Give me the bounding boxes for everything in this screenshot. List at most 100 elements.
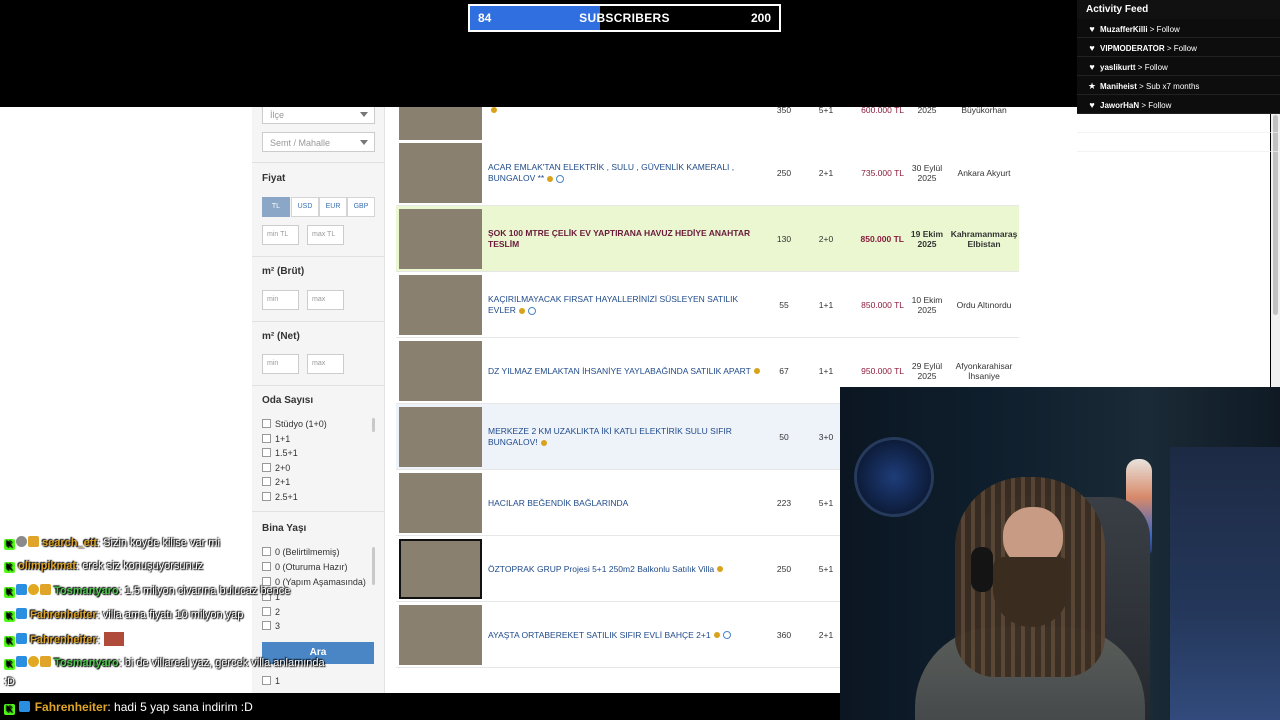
net-area-title: m² (Net) xyxy=(262,331,300,342)
rooms-scrollbar[interactable] xyxy=(372,418,375,432)
room-checkbox[interactable]: 2+1 xyxy=(262,476,290,488)
listing-title[interactable]: HACILAR BEĞENDİK BAĞLARINDA xyxy=(488,470,763,536)
currency-tl[interactable]: TL xyxy=(262,197,290,217)
listing-location: Büyükorhan xyxy=(961,107,1007,115)
chat-text: :D xyxy=(4,676,15,688)
kick-badge-icon: K xyxy=(4,704,15,715)
listing-row[interactable]: AYAŞTA ORTABEREKET SATILIK SIFIR EVLİ BA… xyxy=(396,602,840,668)
age-checkbox[interactable]: 2 xyxy=(262,606,280,618)
listing-rooms: 1+1 xyxy=(818,300,834,310)
listing-thumbnail[interactable] xyxy=(399,107,482,140)
listing-thumbnail[interactable] xyxy=(399,209,482,269)
listing-title-text[interactable]: ŞOK 100 MTRE ÇELİK EV YAPTIRANA HAVUZ HE… xyxy=(488,228,750,249)
listing-date: 10 Ekim 2025 xyxy=(911,295,943,315)
listing-area: 67 xyxy=(779,366,789,376)
chat-text: : Sizin koyde kilise var mi xyxy=(97,537,220,549)
currency-eur[interactable]: EUR xyxy=(319,197,347,217)
listing-title-text[interactable]: KAÇIRILMAYACAK FIRSAT HAYALLERİNİZİ SÜSL… xyxy=(488,294,738,315)
listing-location: Ordu Altınordu xyxy=(956,300,1012,310)
listing-row[interactable]: HACILAR BEĞENDİK BAĞLARINDA 223 5+1 xyxy=(396,470,840,536)
checkbox-box[interactable] xyxy=(262,607,271,616)
listing-thumbnail[interactable] xyxy=(399,605,482,665)
listing-thumbnail[interactable] xyxy=(399,275,482,335)
pin-icon xyxy=(518,307,525,314)
listing-title[interactable]: KAÇIRILMAYACAK FIRSAT HAYALLERİNİZİ SÜSL… xyxy=(488,272,763,338)
kick-badge-icon: K xyxy=(4,636,15,647)
verified-badge-icon xyxy=(19,701,31,712)
listing-title[interactable]: DZ YILMAZ EMLAKTAN İHSANİYE YAYLABAĞINDA… xyxy=(488,338,763,404)
activity-feed-item: ♥ JaworHaN > Follow xyxy=(1077,95,1280,114)
room-checkbox[interactable]: 2+0 xyxy=(262,462,290,474)
listing-thumbnail[interactable] xyxy=(399,143,482,203)
gross-area-max-input[interactable]: max xyxy=(307,290,344,310)
checkbox-box[interactable] xyxy=(262,621,271,630)
activity-feed-title: Activity Feed xyxy=(1077,0,1280,19)
listing-title[interactable]: AYAŞTA ORTABEREKET SATILIK SIFIR EVLİ BA… xyxy=(488,602,763,668)
gross-area-min-input[interactable]: min xyxy=(262,290,299,310)
listing-row[interactable]: ÖZTOPRAK GRUP Projesi 5+1 250m2 Balkonlu… xyxy=(396,536,840,602)
listing-row[interactable]: ŞOK 100 MTRE ÇELİK EV YAPTIRANA HAVUZ HE… xyxy=(396,206,1019,272)
listing-rooms: 5+1 xyxy=(818,564,834,574)
coin-badge-icon xyxy=(28,584,39,595)
checkbox-box[interactable] xyxy=(262,547,271,556)
price-title: Fiyat xyxy=(262,173,286,184)
checkbox-box[interactable] xyxy=(262,463,271,472)
listing-title[interactable]: ŞOK 100 MTRE ÇELİK EV YAPTIRANA HAVUZ HE… xyxy=(488,206,763,272)
listing-title[interactable]: ACAR EMLAK'TAN ELEKTRİK , SULU , GÜVENLİ… xyxy=(488,140,763,206)
chat-message: K Fahrenheiter: hadi 5 yap sana indirim … xyxy=(4,700,253,715)
min-price-input[interactable]: min TL xyxy=(262,225,299,245)
streamer xyxy=(915,477,1145,720)
listing-title[interactable]: MERKEZE 2 KM UZAKLIKTA İKİ KATLI ELEKTİR… xyxy=(488,404,763,470)
listing-title[interactable]: ÖZTOPRAK GRUP Projesi 5+1 250m2 Balkonlu… xyxy=(488,536,763,602)
listing-thumbnail[interactable] xyxy=(399,539,482,599)
age-scrollbar[interactable] xyxy=(372,547,375,585)
currency-gbp[interactable]: GBP xyxy=(347,197,375,217)
listing-title-text[interactable]: AYAŞTA ORTABEREKET SATILIK SIFIR EVLİ BA… xyxy=(488,630,711,640)
floor-label: 1 xyxy=(275,676,281,686)
age-checkbox[interactable]: 3 xyxy=(262,620,280,632)
listing-area: 250 xyxy=(776,564,792,574)
room-checkbox[interactable]: 2.5+1 xyxy=(262,491,298,503)
district-select[interactable]: İlçe xyxy=(262,107,375,124)
listing-title[interactable] xyxy=(488,107,763,143)
video-play-icon xyxy=(527,306,536,315)
checkbox-box[interactable] xyxy=(262,562,271,571)
max-price-input[interactable]: max TL xyxy=(307,225,344,245)
listing-row[interactable]: ACAR EMLAK'TAN ELEKTRİK , SULU , GÜVENLİ… xyxy=(396,140,1019,206)
listing-title-text[interactable]: ÖZTOPRAK GRUP Projesi 5+1 250m2 Balkonlu… xyxy=(488,564,714,574)
listing-thumbnail[interactable] xyxy=(399,407,482,467)
checkbox-box[interactable] xyxy=(262,434,271,443)
net-area-min-input[interactable]: min xyxy=(262,354,299,374)
listing-row[interactable]: KAÇIRILMAYACAK FIRSAT HAYALLERİNİZİ SÜSL… xyxy=(396,272,1019,338)
net-area-max-input[interactable]: max xyxy=(307,354,344,374)
listing-title-text[interactable]: HACILAR BEĞENDİK BAĞLARINDA xyxy=(488,498,628,508)
checkbox-box[interactable] xyxy=(262,419,271,428)
listing-title-text[interactable]: DZ YILMAZ EMLAKTAN İHSANİYE YAYLABAĞINDA… xyxy=(488,366,751,376)
age-checkbox[interactable]: 0 (Oturuma Hazır) xyxy=(262,561,348,573)
neighborhood-select[interactable]: Semt / Mahalle xyxy=(262,132,375,152)
listing-row[interactable]: 350 5+1 600.000 TL 2025 Büyükorhan xyxy=(396,107,1019,143)
listing-thumbnail[interactable] xyxy=(399,473,482,533)
chat-username: search_ett xyxy=(42,537,98,549)
listing-thumbnail[interactable] xyxy=(399,341,482,401)
listing-title-text[interactable]: MERKEZE 2 KM UZAKLIKTA İKİ KATLI ELEKTİR… xyxy=(488,426,732,447)
room-label: 1.5+1 xyxy=(275,448,298,458)
checkbox-box[interactable] xyxy=(262,492,271,501)
chevron-down-icon xyxy=(360,112,368,117)
checkbox-box[interactable] xyxy=(262,477,271,486)
floor-checkbox[interactable]: 1 xyxy=(262,675,280,687)
age-checkbox[interactable]: 0 (Belirtilmemiş) xyxy=(262,546,340,558)
chat-message: K Tosmanyaro: bi de villareal yaz, gercek… xyxy=(4,656,325,670)
listing-area: 360 xyxy=(776,630,792,640)
currency-usd[interactable]: USD xyxy=(291,197,319,217)
age-label: 0 (Oturuma Hazır) xyxy=(275,562,348,572)
listing-title-text[interactable]: ACAR EMLAK'TAN ELEKTRİK , SULU , GÜVENLİ… xyxy=(488,162,734,183)
checkbox-box[interactable] xyxy=(262,448,271,457)
room-checkbox[interactable]: Stüdyo (1+0) xyxy=(262,418,327,430)
activity-feed-user: MuzafferKilli xyxy=(1100,25,1148,34)
room-checkbox[interactable]: 1+1 xyxy=(262,433,290,445)
room-checkbox[interactable]: 1.5+1 xyxy=(262,447,298,459)
checkbox-box[interactable] xyxy=(262,676,271,685)
listing-row[interactable]: MERKEZE 2 KM UZAKLIKTA İKİ KATLI ELEKTİR… xyxy=(396,404,840,470)
activity-feed-user: VIPMODERATOR xyxy=(1100,44,1165,53)
